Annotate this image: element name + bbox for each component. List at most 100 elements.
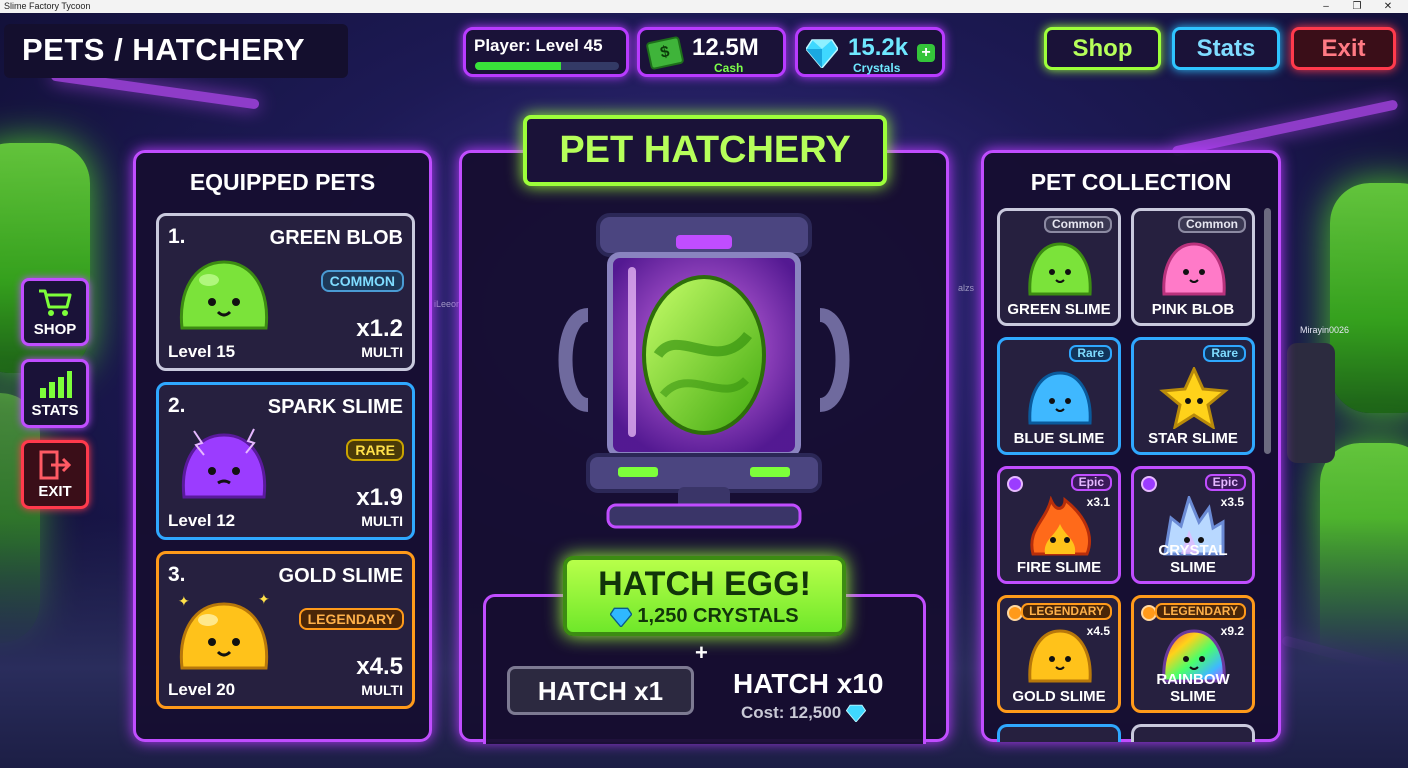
equipped-pets-title: EQUIPPED PETS: [189, 169, 376, 195]
equipped-pet-card[interactable]: 3. GOLD SLIME ✦ ✦ LEGENDARY x4.5 MULTI L…: [156, 551, 415, 709]
rarity-badge: Common: [1044, 216, 1112, 233]
close-icon[interactable]: ✕: [1373, 0, 1403, 13]
pet-name: FIRE SLIME: [1016, 559, 1102, 576]
egg-incubator-icon: [558, 213, 850, 529]
player-level-chip: Player: Level 45: [463, 27, 629, 77]
hatch-x10-button[interactable]: HATCH x10: [733, 668, 883, 700]
equipped-pet-card[interactable]: 1. GREEN BLOB COMMON x1.2 MULTI Level 15: [156, 213, 415, 371]
hatch-x10-cost: Cost: 12,500: [741, 703, 867, 723]
pet-name: GREEN SLIME: [1007, 301, 1111, 318]
cash-value: 12.5M: [692, 34, 759, 61]
window-titlebar: Slime Factory Tycoon – ❐ ✕: [0, 0, 1408, 13]
collection-pet-card[interactable]: LEGENDARY x9.2 RAINBOW SLIME: [1131, 595, 1255, 713]
crystal-icon: [846, 704, 867, 722]
pet-multiplier-label: MULTI: [361, 513, 403, 529]
rarity-badge: LEGENDARY: [298, 608, 404, 630]
player-level-label: Player: Level 45: [474, 36, 603, 55]
crystals-chip: 15.2k Crystals +: [795, 27, 945, 77]
cash-icon: $: [645, 35, 685, 71]
bar-chart-icon: [40, 371, 72, 398]
gold-slime-icon: ✦ ✦: [178, 591, 270, 670]
pet-name: GREEN BLOB: [269, 227, 403, 249]
side-stats-button[interactable]: STATS: [21, 359, 89, 428]
side-shop-button[interactable]: SHOP: [21, 278, 89, 346]
player-nametag: iLeeon: [434, 299, 462, 309]
cash-label: Cash: [714, 61, 744, 75]
rarity-badge: Rare: [1069, 345, 1112, 362]
collection-scrollbar[interactable]: [1264, 208, 1271, 454]
rarity-badge: LEGENDARY: [1021, 603, 1112, 620]
add-crystals-button[interactable]: +: [917, 44, 935, 62]
stats-button[interactable]: Stats: [1172, 27, 1280, 70]
hatch-egg-cost: 1,250 CRYSTALS: [637, 605, 799, 627]
pet-name: GOLD SLIME: [278, 565, 403, 587]
cash-chip: $ 12.5M Cash: [637, 27, 786, 77]
rarity-badge: RARE: [346, 439, 404, 461]
collection-pet-card[interactable]: [997, 724, 1121, 742]
level-progress-bar: [475, 62, 619, 70]
side-exit-button[interactable]: EXIT: [21, 440, 89, 509]
hatch-x10-cost-text: Cost: 12,500: [741, 703, 842, 722]
pink-blob-icon: [1162, 242, 1226, 296]
page-title: PETS / HATCHERY: [4, 24, 348, 78]
exit-door-icon: [39, 450, 72, 480]
player-avatar: [1287, 343, 1335, 463]
rarity-badge: Epic: [1070, 474, 1112, 491]
crystal-icon: [806, 39, 838, 68]
svg-text:✦: ✦: [258, 591, 270, 607]
pet-slot-number: 3.: [168, 563, 186, 586]
gold-slime-icon: [1028, 629, 1092, 683]
side-stats-label: STATS: [31, 402, 79, 419]
rarity-badge: Common: [1178, 216, 1246, 233]
pet-slot-number: 2.: [168, 394, 186, 417]
level-progress-fill: [475, 62, 562, 70]
collection-pet-card[interactable]: Common GREEN SLIME: [997, 208, 1121, 326]
collection-pet-card[interactable]: LEGENDARY x4.5 GOLD SLIME: [997, 595, 1121, 713]
star-slime-icon: [1159, 367, 1229, 429]
blue-slime-icon: [1028, 371, 1092, 425]
exit-button[interactable]: Exit: [1291, 27, 1396, 70]
collection-pet-card[interactable]: Epic x3.1 FIRE SLIME: [997, 466, 1121, 584]
plus-separator: +: [695, 640, 708, 665]
shop-button[interactable]: Shop: [1044, 27, 1161, 70]
pet-multiplier-label: MULTI: [361, 682, 403, 698]
pet-level: Level 12: [168, 511, 236, 530]
collection-pet-card[interactable]: Rare BLUE SLIME: [997, 337, 1121, 455]
player-nametag: alzs: [958, 283, 975, 293]
collection-pet-card[interactable]: [1131, 724, 1255, 742]
pet-multiplier: x1.2: [356, 315, 403, 342]
pet-level: Level 20: [168, 680, 236, 699]
pet-name: GOLD SLIME: [1012, 688, 1106, 705]
fire-slime-icon: [1030, 496, 1092, 556]
hatchery-title: PET HATCHERY: [523, 115, 887, 186]
crystals-label: Crystals: [853, 61, 901, 75]
side-exit-label: EXIT: [38, 483, 72, 500]
pet-name: STAR SLIME: [1148, 430, 1238, 447]
pet-multiplier: x4.5: [356, 653, 403, 680]
rarity-badge: LEGENDARY: [1155, 603, 1246, 620]
pet-name: PINK BLOB: [1151, 301, 1235, 318]
epic-crest-icon: [1141, 476, 1157, 492]
pet-name: RAINBOW SLIME: [1156, 671, 1230, 705]
green-blob-icon: [179, 260, 269, 330]
hatch-x1-button[interactable]: HATCH x1: [507, 666, 694, 715]
equipped-pet-card[interactable]: 2. SPARK SLIME RARE x1.9 MULTI Level 12: [156, 382, 415, 540]
window-title: Slime Factory Tycoon: [4, 1, 91, 11]
crystal-icon: [610, 607, 633, 627]
rarity-badge: COMMON: [320, 270, 404, 292]
minimize-icon[interactable]: –: [1311, 0, 1341, 13]
hatch-egg-button[interactable]: HATCH EGG! 1,250 CRYSTALS: [563, 556, 846, 636]
side-shop-label: SHOP: [33, 321, 77, 338]
collection-pet-card[interactable]: Epic x3.5 CRYSTAL SLIME: [1131, 466, 1255, 584]
hatch-egg-label: HATCH EGG!: [598, 565, 811, 603]
equipped-pets-panel: EQUIPPED PETS 1. GREEN BLOB COMMON x1.2 …: [133, 150, 432, 742]
pet-slot-number: 1.: [168, 225, 186, 248]
collection-pet-card[interactable]: Common PINK BLOB: [1131, 208, 1255, 326]
collection-pet-card[interactable]: Rare STAR SLIME: [1131, 337, 1255, 455]
pet-name: CRYSTAL SLIME: [1158, 542, 1228, 576]
pet-name: SPARK SLIME: [267, 396, 403, 418]
maximize-icon[interactable]: ❐: [1342, 0, 1372, 13]
svg-text:✦: ✦: [178, 593, 190, 609]
rarity-badge: Epic: [1204, 474, 1246, 491]
pet-multiplier: x1.9: [356, 484, 403, 511]
